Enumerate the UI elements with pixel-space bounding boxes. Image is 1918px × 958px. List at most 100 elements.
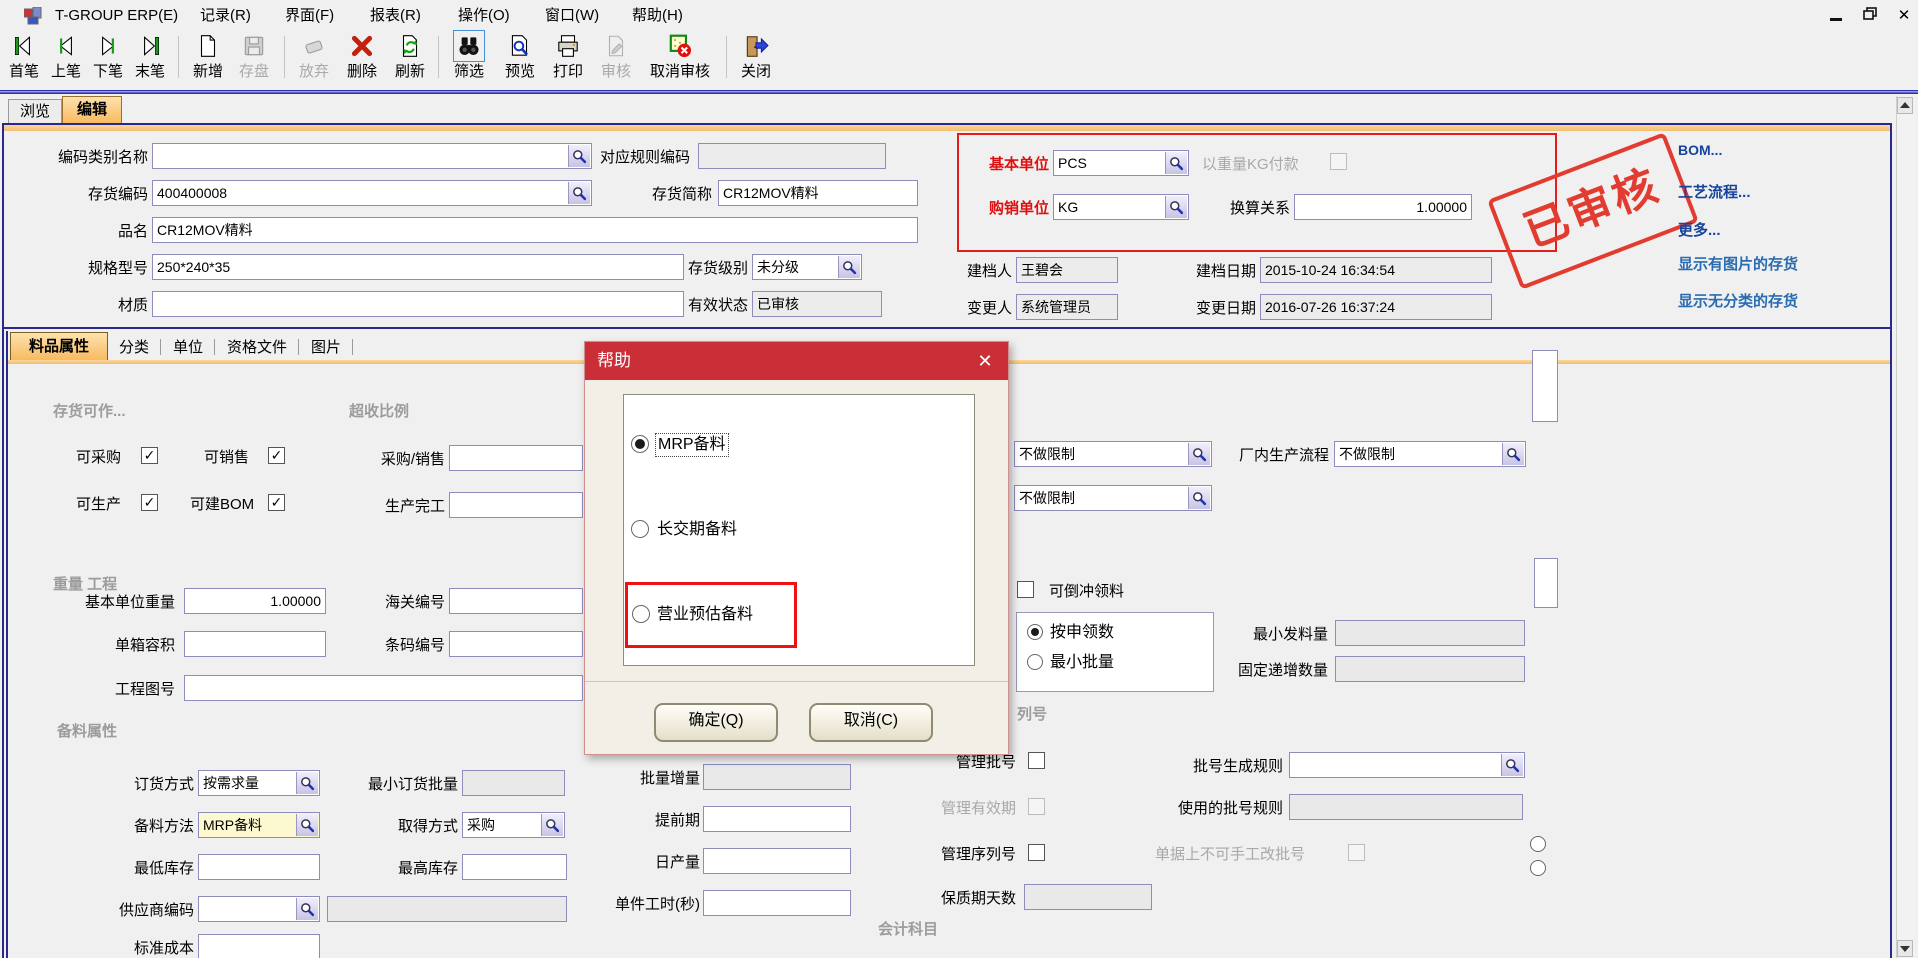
- toolbar-cancel-audit-button[interactable]: 取消审核: [642, 33, 718, 81]
- item-short-name-input[interactable]: CR12MOV精料: [718, 180, 918, 206]
- min-stock-input[interactable]: [198, 854, 320, 880]
- toolbar-print-button[interactable]: 打印: [546, 33, 590, 81]
- toolbar-refresh-button[interactable]: 刷新: [388, 33, 432, 81]
- customs-code-input[interactable]: [449, 588, 583, 614]
- by-request-radio[interactable]: [1027, 624, 1043, 640]
- spec-input[interactable]: 250*240*35: [152, 254, 684, 280]
- link-process-flow[interactable]: 工艺流程...: [1678, 181, 1751, 202]
- lookup-icon[interactable]: [1502, 443, 1524, 465]
- lookup-icon[interactable]: [568, 145, 590, 167]
- tab-classification[interactable]: 分类: [112, 337, 156, 359]
- toolbar-next-button[interactable]: 下笔: [88, 33, 128, 81]
- tab-edit[interactable]: 编辑: [62, 96, 122, 124]
- toolbar-new-button[interactable]: 新增: [186, 33, 230, 81]
- option-mrp-radio[interactable]: [631, 435, 649, 453]
- option-mrp-label[interactable]: MRP备料: [655, 433, 729, 457]
- link-more[interactable]: 更多...: [1678, 219, 1721, 240]
- restore-button[interactable]: [1858, 7, 1882, 25]
- option-long-lead-radio[interactable]: [631, 520, 649, 538]
- supplier-code-dropdown[interactable]: [198, 896, 320, 922]
- lookup-icon[interactable]: [1501, 754, 1523, 776]
- vertical-scrollbar[interactable]: [1896, 96, 1915, 958]
- restrict-dropdown-1[interactable]: 不做限制: [1014, 441, 1212, 467]
- trade-unit-label: 购销单位: [973, 198, 1049, 220]
- lookup-icon[interactable]: [1188, 487, 1210, 509]
- order-mode-dropdown[interactable]: 按需求量: [198, 770, 320, 796]
- manage-lot-checkbox[interactable]: [1028, 752, 1045, 769]
- dialog-ok-button[interactable]: 确定(Q): [654, 703, 778, 742]
- tab-unit[interactable]: 单位: [166, 337, 210, 359]
- box-volume-input[interactable]: [184, 631, 326, 657]
- material-input[interactable]: [152, 291, 684, 317]
- base-weight-input[interactable]: 1.00000: [184, 588, 326, 614]
- lot-rule-dropdown[interactable]: [1289, 752, 1525, 778]
- factory-flow-dropdown[interactable]: 不做限制: [1334, 441, 1526, 467]
- drawing-no-input[interactable]: [184, 675, 583, 701]
- menu-interface[interactable]: 界面(F): [285, 5, 334, 27]
- menu-help[interactable]: 帮助(H): [632, 5, 683, 27]
- minimize-button[interactable]: [1824, 7, 1848, 25]
- lookup-icon[interactable]: [296, 814, 318, 836]
- link-show-with-image[interactable]: 显示有图片的存货: [1678, 253, 1798, 274]
- producible-checkbox[interactable]: [141, 494, 158, 511]
- toolbar-close-button[interactable]: 关闭: [734, 33, 778, 81]
- code-category-input[interactable]: [152, 143, 592, 169]
- backflush-checkbox[interactable]: [1017, 581, 1034, 598]
- menu-report[interactable]: 报表(R): [370, 5, 421, 27]
- scroll-up-button[interactable]: [1897, 97, 1913, 114]
- lookup-icon[interactable]: [296, 898, 318, 920]
- lookup-icon[interactable]: [838, 256, 860, 278]
- bomable-checkbox[interactable]: [268, 494, 285, 511]
- link-show-unclassified[interactable]: 显示无分类的存货: [1678, 290, 1798, 311]
- conversion-input[interactable]: 1.00000: [1294, 194, 1472, 220]
- lookup-icon[interactable]: [541, 814, 563, 836]
- max-stock-input[interactable]: [462, 854, 567, 880]
- purchasable-checkbox[interactable]: [141, 447, 158, 464]
- dialog-cancel-button[interactable]: 取消(C): [809, 703, 933, 742]
- menu-record[interactable]: 记录(R): [200, 5, 251, 27]
- base-unit-input[interactable]: PCS: [1053, 150, 1189, 176]
- manage-serial-checkbox[interactable]: [1028, 844, 1045, 861]
- option-long-lead-label[interactable]: 长交期备料: [657, 519, 737, 541]
- dialog-close-icon[interactable]: ✕: [972, 342, 998, 380]
- tab-item-attributes[interactable]: 料品属性: [10, 332, 108, 361]
- trade-unit-input[interactable]: KG: [1053, 194, 1189, 220]
- lookup-icon[interactable]: [1188, 443, 1210, 465]
- tab-browse[interactable]: 浏览: [8, 99, 62, 123]
- barcode-input[interactable]: [449, 631, 583, 657]
- item-name-input[interactable]: CR12MOV精料: [152, 217, 918, 243]
- sellable-checkbox[interactable]: [268, 447, 285, 464]
- lookup-icon[interactable]: [568, 182, 590, 204]
- toolbar-last-button[interactable]: 末笔: [130, 33, 170, 81]
- menu-window[interactable]: 窗口(W): [545, 5, 599, 27]
- acquire-mode-dropdown[interactable]: 采购: [462, 812, 565, 838]
- scroll-down-button[interactable]: [1897, 940, 1913, 957]
- toolbar-delete-button[interactable]: 删除: [340, 33, 384, 81]
- unit-hours-input[interactable]: [703, 890, 851, 916]
- lookup-icon[interactable]: [296, 772, 318, 794]
- spec-label: 规格型号: [40, 258, 148, 280]
- restrict-dropdown-2[interactable]: 不做限制: [1014, 485, 1212, 511]
- menu-operation[interactable]: 操作(O): [458, 5, 510, 27]
- item-level-input[interactable]: 未分级: [752, 254, 862, 280]
- prepare-method-dropdown[interactable]: MRP备料: [198, 812, 320, 838]
- min-batch-radio[interactable]: [1027, 654, 1043, 670]
- purchase-sale-ratio-input[interactable]: [449, 445, 583, 471]
- tab-qualification[interactable]: 资格文件: [220, 337, 294, 359]
- menu-tgroup-erp[interactable]: T-GROUP ERP(E): [55, 5, 178, 27]
- toolbar-preview-button[interactable]: 预览: [498, 33, 542, 81]
- link-bom[interactable]: BOM...: [1678, 142, 1722, 158]
- lead-time-input[interactable]: [703, 806, 851, 832]
- daily-output-input[interactable]: [703, 848, 851, 874]
- toolbar-first-button[interactable]: 首笔: [4, 33, 44, 81]
- toolbar-prev-button[interactable]: 上笔: [46, 33, 86, 81]
- toolbar-filter-button[interactable]: 筛选: [446, 33, 492, 81]
- lookup-icon[interactable]: [1165, 196, 1187, 218]
- tab-image[interactable]: 图片: [304, 337, 348, 359]
- production-ratio-input[interactable]: [449, 492, 583, 518]
- close-window-button[interactable]: ✕: [1892, 7, 1916, 25]
- lookup-icon[interactable]: [1165, 152, 1187, 174]
- item-code-input[interactable]: 400400008: [152, 180, 592, 206]
- std-cost-input[interactable]: [198, 934, 320, 958]
- prepare-method-label: 备料方法: [118, 816, 194, 838]
